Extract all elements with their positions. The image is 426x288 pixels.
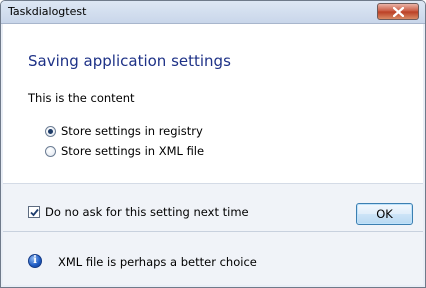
- close-icon: [393, 7, 404, 17]
- checkbox-checked-icon[interactable]: [28, 206, 40, 218]
- window-title: Taskdialogtest: [8, 5, 87, 18]
- verification-checkbox[interactable]: Do no ask for this setting next time: [28, 205, 249, 219]
- radio-label[interactable]: Store settings in XML file: [61, 144, 204, 158]
- main-instruction: Saving application settings: [28, 52, 231, 70]
- close-button[interactable]: [377, 3, 419, 20]
- radio-store-xml[interactable]: Store settings in XML file: [45, 143, 204, 159]
- dialog-content-area: Saving application settings This is the …: [3, 24, 423, 184]
- content-text: This is the content: [28, 91, 135, 105]
- verification-area: Do no ask for this setting next time OK: [3, 184, 423, 232]
- radio-label[interactable]: Store settings in registry: [61, 124, 203, 138]
- title-bar[interactable]: Taskdialogtest: [1, 1, 425, 24]
- radio-store-registry[interactable]: Store settings in registry: [45, 123, 203, 139]
- verification-label[interactable]: Do no ask for this setting next time: [45, 205, 249, 219]
- task-dialog-window: Taskdialogtest Saving application settin…: [0, 0, 426, 288]
- footer-area: i XML file is perhaps a better choice: [3, 232, 423, 285]
- ok-button[interactable]: OK: [356, 203, 413, 225]
- radio-button-icon[interactable]: [45, 125, 56, 137]
- radio-button-icon[interactable]: [45, 145, 56, 157]
- info-icon: i: [28, 254, 42, 268]
- footer-text: XML file is perhaps a better choice: [58, 255, 257, 269]
